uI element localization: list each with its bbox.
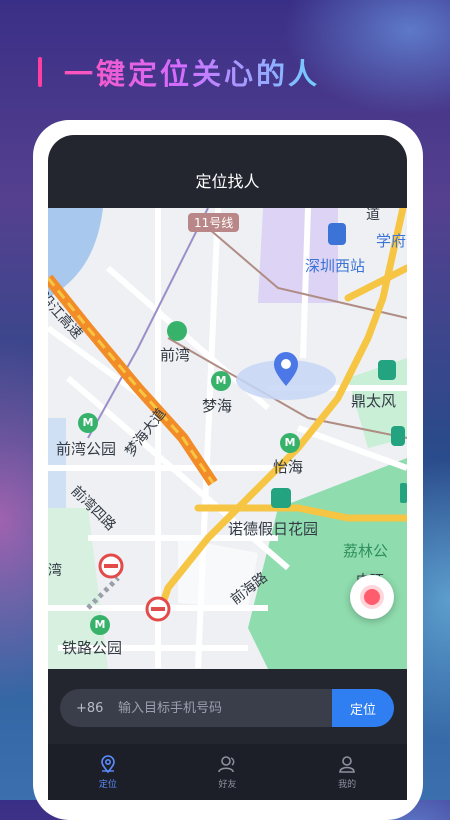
map-label-nuode-garden: 诺德假日花园: [228, 520, 319, 538]
map-label-dingtaifeng: 鼎太风: [351, 392, 397, 410]
country-code[interactable]: +86: [76, 701, 118, 716]
map-label-yihai: 怡海: [273, 458, 304, 476]
map-label-railway-park: 铁路公园: [62, 639, 123, 657]
tab-locate-label: 定位: [98, 780, 117, 790]
phone-number-input[interactable]: [118, 700, 332, 716]
app-screen: 定位找人 11号线 道 深圳西站 学府 前湾 M 梦海 鼎太风 M 前湾公园 梦…: [48, 135, 407, 800]
map-label-wan: 湾: [48, 563, 62, 579]
headline-accent-bar: [38, 57, 42, 87]
metro-yihai-icon: M: [280, 433, 300, 453]
promo-headline: 一键定位关心的人: [38, 52, 320, 92]
tab-profile[interactable]: 我的: [307, 754, 387, 790]
tab-friends[interactable]: 好友: [187, 754, 267, 790]
map-label-menghai: 梦海: [202, 397, 233, 415]
metro-railway-park-icon: M: [90, 615, 110, 635]
metro-menghai-icon: M: [211, 371, 231, 391]
map-label-qianwan: 前湾: [160, 346, 191, 364]
map-view[interactable]: 11号线 道 深圳西站 学府 前湾 M 梦海 鼎太风 M 前湾公园 梦海大道 M…: [48, 208, 407, 669]
phone-search-bar: +86 定位: [60, 689, 394, 727]
locate-button[interactable]: 定位: [332, 689, 394, 727]
map-label-dao: 道: [366, 208, 380, 223]
tab-locate[interactable]: 定位: [68, 754, 148, 790]
map-label-shenzhen-west: 深圳西站: [305, 257, 366, 275]
friends-icon: [218, 756, 235, 773]
map-label-qianwan-park: 前湾公园: [56, 440, 117, 458]
headline-text: 一键定位关心的人: [64, 51, 320, 93]
map-label-xuefu: 学府: [376, 232, 407, 250]
map-label-lilin-park: 荔林公: [343, 542, 389, 560]
locate-me-button[interactable]: [350, 575, 394, 619]
tab-friends-label: 好友: [218, 780, 237, 790]
tab-profile-label: 我的: [338, 780, 357, 790]
page-title: 定位找人: [195, 172, 260, 191]
metro-line-11-badge: 11号线: [188, 213, 240, 232]
location-pin-icon: [101, 755, 115, 774]
title-bar: 定位找人: [48, 135, 407, 208]
metro-qianwan-park-icon: M: [78, 413, 98, 433]
bottom-tab-bar: 定位 好友 我的: [48, 744, 407, 800]
profile-icon: [339, 756, 355, 773]
record-icon: [364, 589, 380, 605]
